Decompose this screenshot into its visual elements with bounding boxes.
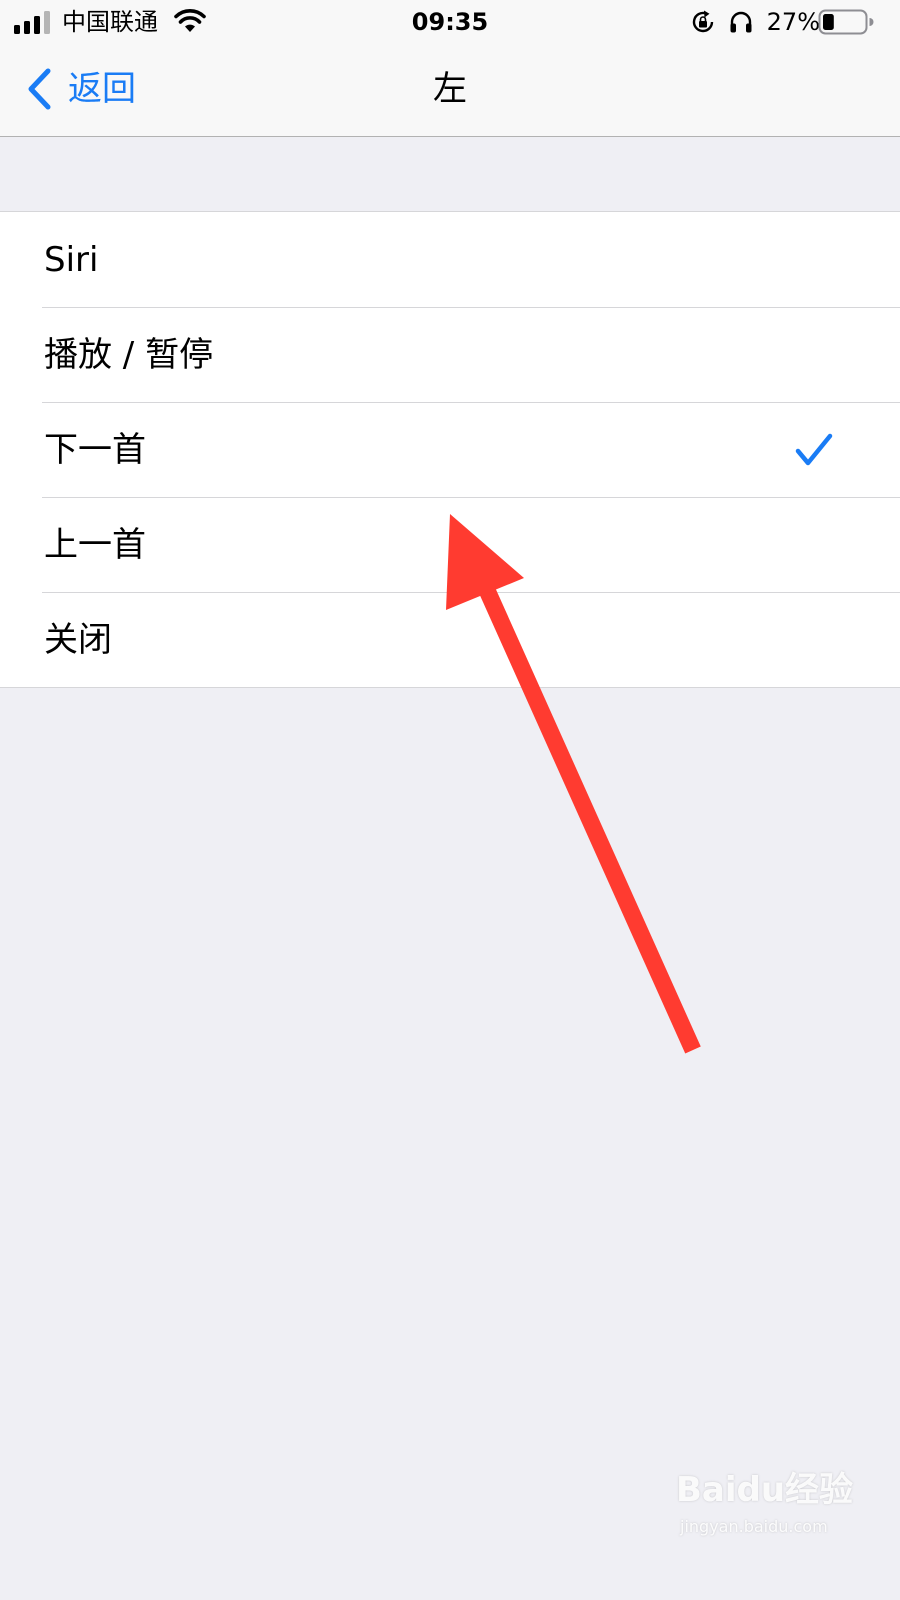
back-button-label: 返回 (68, 69, 136, 109)
status-bar: 中国联通 09:35 27% (0, 0, 900, 44)
option-row-play-pause[interactable]: 播放 / 暂停 (0, 307, 900, 402)
headphones-icon (730, 11, 752, 33)
option-label: Siri (44, 240, 99, 280)
battery-icon (818, 9, 874, 35)
option-row-previous-track[interactable]: 上一首 (0, 497, 900, 592)
option-label: 播放 / 暂停 (44, 335, 214, 375)
battery-percent: 27% (766, 8, 820, 36)
carrier-name: 中国联通 (62, 8, 158, 36)
rotation-lock-icon (692, 10, 714, 33)
options-list: Siri 播放 / 暂停 下一首 上一首 关闭 (0, 211, 900, 688)
checkmark-icon (795, 433, 833, 466)
option-row-siri[interactable]: Siri (0, 212, 900, 307)
watermark: Baidu经验 jingyan.baidu.com (672, 1468, 872, 1558)
chevron-left-icon (28, 68, 51, 110)
back-button[interactable]: 返回 (18, 64, 158, 114)
page-title: 左 (433, 69, 467, 109)
option-row-off[interactable]: 关闭 (0, 592, 900, 687)
navigation-bar: 返回 左 (0, 44, 900, 137)
watermark-url: jingyan.baidu.com (680, 1517, 828, 1536)
status-time: 09:35 (411, 8, 489, 36)
option-label: 关闭 (44, 620, 112, 660)
watermark-brand: Baidu经验 (676, 1470, 854, 1510)
signal-icon (14, 11, 50, 34)
wifi-icon (174, 9, 206, 32)
option-row-next-track[interactable]: 下一首 (0, 402, 900, 497)
option-label: 上一首 (44, 525, 146, 565)
option-label: 下一首 (44, 430, 146, 470)
